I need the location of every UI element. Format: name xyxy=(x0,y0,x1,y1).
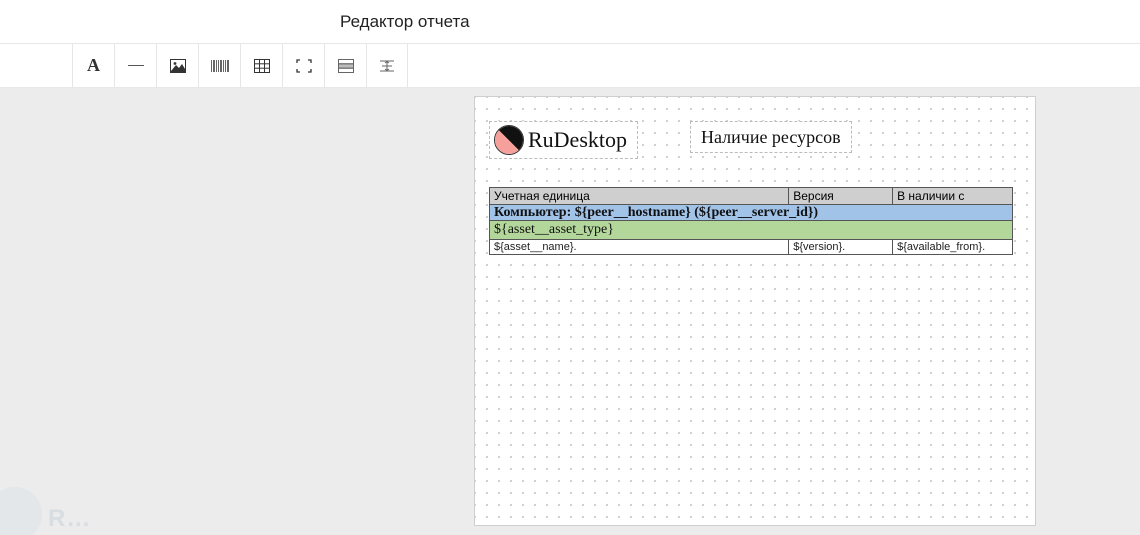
report-title-box[interactable]: Наличие ресурсов xyxy=(690,121,852,153)
line-tool[interactable] xyxy=(114,44,156,87)
data-cell: ${available_from}. xyxy=(893,240,1013,255)
watermark-text: R… xyxy=(48,505,91,533)
workspace[interactable]: R… RuDesktop Наличие ресурсов Учетная ед… xyxy=(0,88,1140,535)
bounds-icon xyxy=(296,59,312,73)
row-tool[interactable] xyxy=(324,44,366,87)
data-cell: ${version}. xyxy=(789,240,893,255)
table-icon xyxy=(254,59,270,73)
report-title: Наличие ресурсов xyxy=(701,127,841,148)
window-titlebar: Редактор отчета xyxy=(0,0,1140,44)
subgroup-cell: ${asset__asset_type} xyxy=(490,221,1013,240)
image-tool[interactable] xyxy=(156,44,198,87)
report-table[interactable]: Учетная единица Версия В наличии с Компь… xyxy=(489,187,1013,255)
group-row[interactable]: Компьютер: ${peer__hostname} (${peer__se… xyxy=(490,205,1013,221)
text-icon: A xyxy=(87,55,100,76)
window-title: Редактор отчета xyxy=(340,12,470,32)
bounds-tool[interactable] xyxy=(282,44,324,87)
brand-box[interactable]: RuDesktop xyxy=(489,121,638,159)
spacer-icon xyxy=(379,59,395,73)
group-cell: Компьютер: ${peer__hostname} (${peer__se… xyxy=(490,205,1013,221)
table-header-cell: Версия xyxy=(789,188,893,205)
line-icon xyxy=(128,65,144,66)
watermark-circle xyxy=(0,487,42,535)
table-tool[interactable] xyxy=(240,44,282,87)
brand-logo-icon xyxy=(494,125,524,155)
row-icon xyxy=(338,59,354,73)
spacer-tool[interactable] xyxy=(366,44,408,87)
table-header-cell: В наличии с xyxy=(893,188,1013,205)
brand-text: RuDesktop xyxy=(528,127,627,153)
data-row[interactable]: ${asset__name}. ${version}. ${available_… xyxy=(490,240,1013,255)
table-header-cell: Учетная единица xyxy=(490,188,789,205)
barcode-icon xyxy=(211,59,229,73)
toolbar: A xyxy=(0,44,1140,88)
data-cell: ${asset__name}. xyxy=(490,240,789,255)
table-header-row: Учетная единица Версия В наличии с xyxy=(490,188,1013,205)
subgroup-row[interactable]: ${asset__asset_type} xyxy=(490,221,1013,240)
text-tool[interactable]: A xyxy=(72,44,114,87)
barcode-tool[interactable] xyxy=(198,44,240,87)
report-canvas[interactable]: RuDesktop Наличие ресурсов Учетная едини… xyxy=(474,96,1036,526)
report-header: RuDesktop Наличие ресурсов xyxy=(489,121,1021,159)
image-icon xyxy=(170,59,186,73)
